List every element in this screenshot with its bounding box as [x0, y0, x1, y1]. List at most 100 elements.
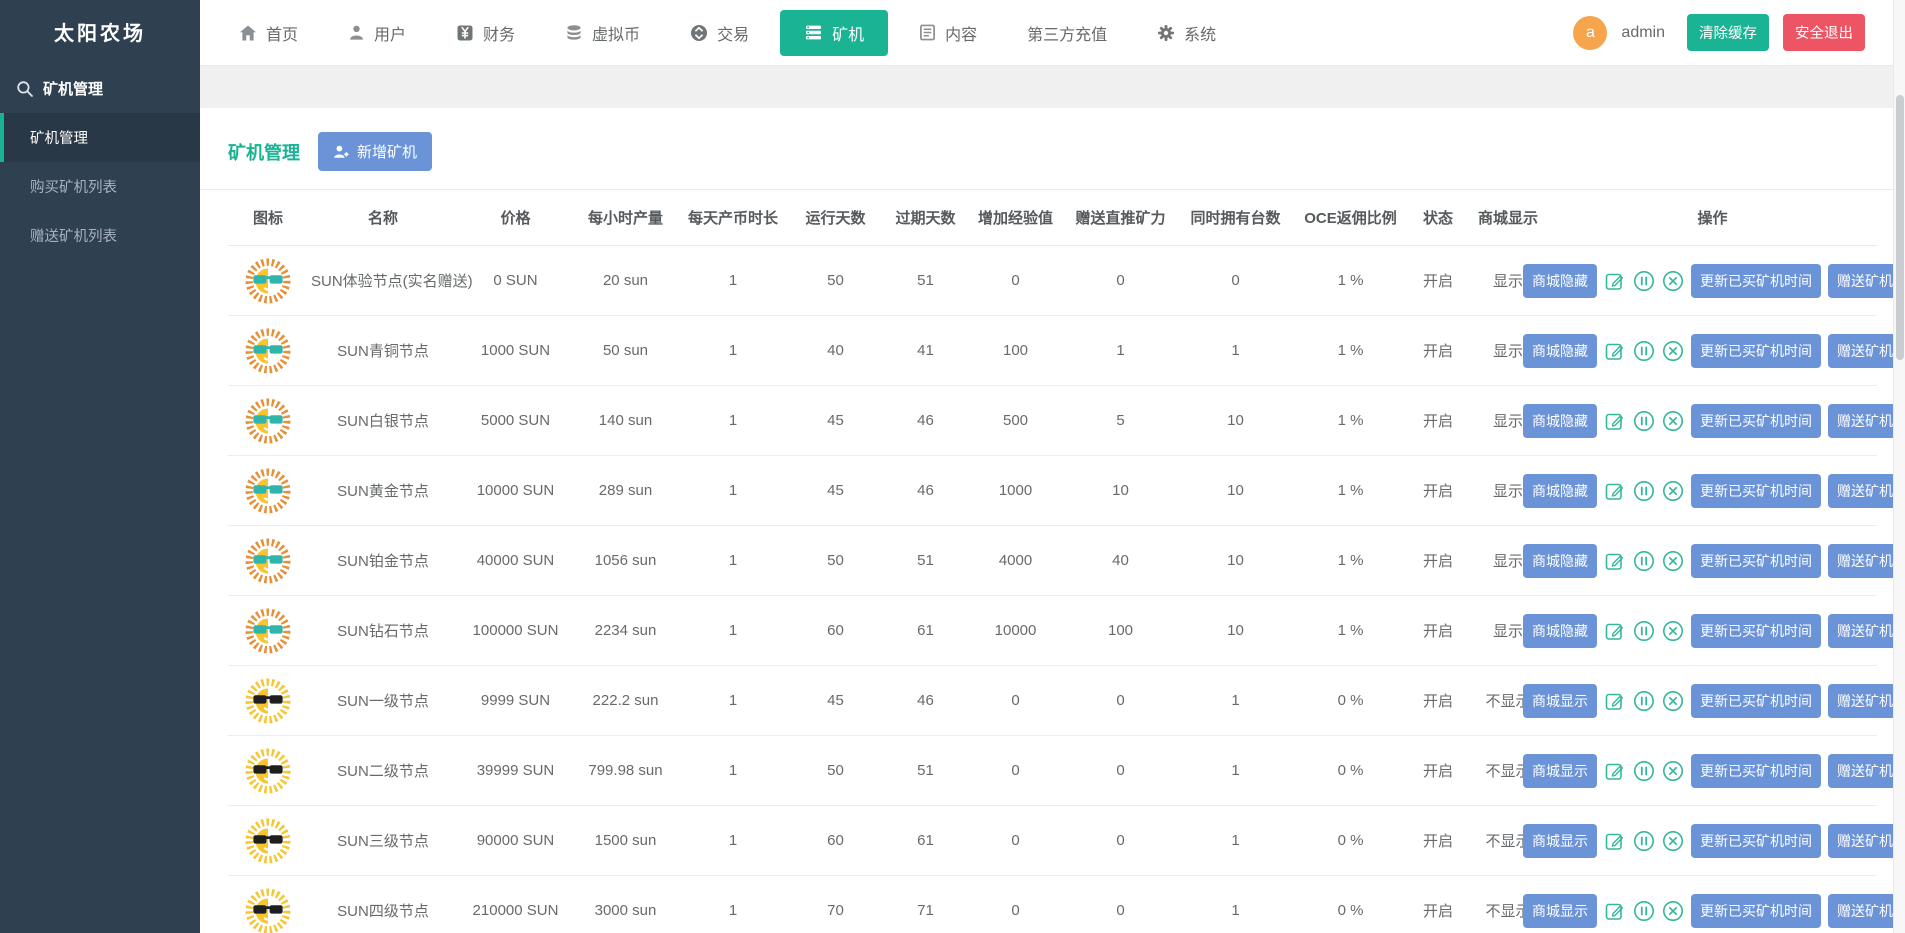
close-icon[interactable]	[1662, 620, 1684, 642]
miner-gift-power: 0	[1063, 735, 1178, 806]
nav-exchange[interactable]: 交易	[665, 0, 774, 66]
logout-button[interactable]: 安全退出	[1783, 14, 1865, 51]
close-icon[interactable]	[1662, 830, 1684, 852]
table-row: SUN青铜节点 1000 SUN 50 sun 1 40 41 100 1 1 …	[228, 315, 1902, 386]
pause-icon[interactable]	[1633, 480, 1655, 502]
update-bought-time-button[interactable]: 更新已买矿机时间	[1691, 893, 1821, 928]
pause-icon[interactable]	[1633, 270, 1655, 292]
nav-home[interactable]: 首页	[214, 0, 323, 66]
sidebar-item-gifted-miners[interactable]: 赠送矿机列表	[0, 211, 200, 260]
pause-icon[interactable]	[1633, 410, 1655, 432]
edit-icon[interactable]	[1604, 410, 1626, 432]
miner-exp-gain: 500	[968, 385, 1063, 456]
gift-miner-button[interactable]: 赠送矿机	[1828, 263, 1902, 298]
nav-third-party-recharge[interactable]: 第三方充值	[1002, 0, 1132, 66]
update-bought-time-button[interactable]: 更新已买矿机时间	[1691, 753, 1821, 788]
finance-icon	[456, 24, 474, 42]
update-bought-time-button[interactable]: 更新已买矿机时间	[1691, 823, 1821, 858]
col-hourly-output: 每小时产量	[573, 190, 678, 246]
mall-toggle-button[interactable]: 商城显示	[1523, 823, 1597, 858]
close-icon[interactable]	[1662, 760, 1684, 782]
mall-toggle-button[interactable]: 商城隐藏	[1523, 473, 1597, 508]
close-icon[interactable]	[1662, 410, 1684, 432]
sidebar-item-miner-manage[interactable]: 矿机管理	[0, 113, 200, 162]
gift-miner-button[interactable]: 赠送矿机	[1828, 403, 1902, 438]
miner-oce-rebate: 1 %	[1293, 245, 1408, 316]
user-icon	[348, 24, 365, 41]
pause-icon[interactable]	[1633, 340, 1655, 362]
nav-miner[interactable]: 矿机	[780, 9, 889, 56]
miner-oce-rebate: 1 %	[1293, 455, 1408, 526]
miner-status: 开启	[1408, 805, 1468, 876]
close-icon[interactable]	[1662, 340, 1684, 362]
edit-icon[interactable]	[1604, 830, 1626, 852]
update-bought-time-button[interactable]: 更新已买矿机时间	[1691, 473, 1821, 508]
top-navbar: 首页 用户 财务 虚拟币 交易 矿机 内容 第三方充值 系统 a admin 清…	[200, 0, 1905, 66]
table-row: SUN三级节点 90000 SUN 1500 sun 1 60 61 0 0 1…	[228, 805, 1902, 876]
mall-toggle-button[interactable]: 商城隐藏	[1523, 403, 1597, 438]
mall-toggle-button[interactable]: 商城显示	[1523, 893, 1597, 928]
gift-miner-button[interactable]: 赠送矿机	[1828, 823, 1902, 858]
sidebar-item-bought-miners[interactable]: 购买矿机列表	[0, 162, 200, 211]
update-bought-time-button[interactable]: 更新已买矿机时间	[1691, 263, 1821, 298]
nav-virtual-coin[interactable]: 虚拟币	[540, 0, 665, 66]
mall-toggle-button[interactable]: 商城隐藏	[1523, 543, 1597, 578]
nav-finance[interactable]: 财务	[431, 0, 540, 66]
gift-miner-button[interactable]: 赠送矿机	[1828, 613, 1902, 648]
col-expire-days: 过期天数	[883, 190, 968, 246]
update-bought-time-button[interactable]: 更新已买矿机时间	[1691, 613, 1821, 648]
edit-icon[interactable]	[1604, 760, 1626, 782]
pause-icon[interactable]	[1633, 620, 1655, 642]
sun-icon	[245, 608, 291, 654]
clear-cache-button[interactable]: 清除缓存	[1687, 14, 1769, 51]
close-icon[interactable]	[1662, 480, 1684, 502]
mall-toggle-button[interactable]: 商城隐藏	[1523, 613, 1597, 648]
mall-toggle-button[interactable]: 商城隐藏	[1523, 263, 1597, 298]
scrollbar[interactable]	[1893, 0, 1905, 933]
pause-icon[interactable]	[1633, 690, 1655, 712]
main-content: 矿机管理 新增矿机 图标 名称 价格 每小时产量 每天产币时长 运行天数 过期天…	[200, 66, 1905, 933]
close-icon[interactable]	[1662, 550, 1684, 572]
close-icon[interactable]	[1662, 690, 1684, 712]
miner-oce-rebate: 0 %	[1293, 735, 1408, 806]
gift-miner-button[interactable]: 赠送矿机	[1828, 543, 1902, 578]
pause-icon[interactable]	[1633, 830, 1655, 852]
update-bought-time-button[interactable]: 更新已买矿机时间	[1691, 543, 1821, 578]
gift-miner-button[interactable]: 赠送矿机	[1828, 473, 1902, 508]
nav-system[interactable]: 系统	[1132, 0, 1241, 66]
nav-users[interactable]: 用户	[323, 0, 431, 66]
edit-icon[interactable]	[1604, 550, 1626, 572]
update-bought-time-button[interactable]: 更新已买矿机时间	[1691, 683, 1821, 718]
gift-miner-button[interactable]: 赠送矿机	[1828, 753, 1902, 788]
miner-status: 开启	[1408, 735, 1468, 806]
edit-icon[interactable]	[1604, 900, 1626, 922]
update-bought-time-button[interactable]: 更新已买矿机时间	[1691, 333, 1821, 368]
edit-icon[interactable]	[1604, 340, 1626, 362]
edit-icon[interactable]	[1604, 690, 1626, 712]
scrollbar-thumb[interactable]	[1896, 95, 1904, 360]
edit-icon[interactable]	[1604, 270, 1626, 292]
pause-icon[interactable]	[1633, 550, 1655, 572]
pause-icon[interactable]	[1633, 900, 1655, 922]
miner-exp-gain: 100	[968, 315, 1063, 386]
miner-status: 开启	[1408, 245, 1468, 316]
miner-hourly-output: 140 sun	[573, 385, 678, 456]
close-icon[interactable]	[1662, 900, 1684, 922]
miner-table: 图标 名称 价格 每小时产量 每天产币时长 运行天数 过期天数 增加经验值 赠送…	[228, 190, 1902, 933]
edit-icon[interactable]	[1604, 480, 1626, 502]
pause-icon[interactable]	[1633, 760, 1655, 782]
edit-icon[interactable]	[1604, 620, 1626, 642]
update-bought-time-button[interactable]: 更新已买矿机时间	[1691, 403, 1821, 438]
gift-miner-button[interactable]: 赠送矿机	[1828, 683, 1902, 718]
close-icon[interactable]	[1662, 270, 1684, 292]
mall-toggle-button[interactable]: 商城显示	[1523, 753, 1597, 788]
mall-toggle-button[interactable]: 商城隐藏	[1523, 333, 1597, 368]
nav-content[interactable]: 内容	[894, 0, 1002, 66]
gift-miner-button[interactable]: 赠送矿机	[1828, 333, 1902, 368]
add-miner-button[interactable]: 新增矿机	[318, 132, 433, 171]
mall-toggle-button[interactable]: 商城显示	[1523, 683, 1597, 718]
avatar[interactable]: a	[1573, 15, 1608, 50]
topnav-right: a admin 清除缓存 安全退出	[1573, 14, 1891, 51]
gift-miner-button[interactable]: 赠送矿机	[1828, 893, 1902, 928]
miner-name: SUN铂金节点	[308, 525, 458, 596]
